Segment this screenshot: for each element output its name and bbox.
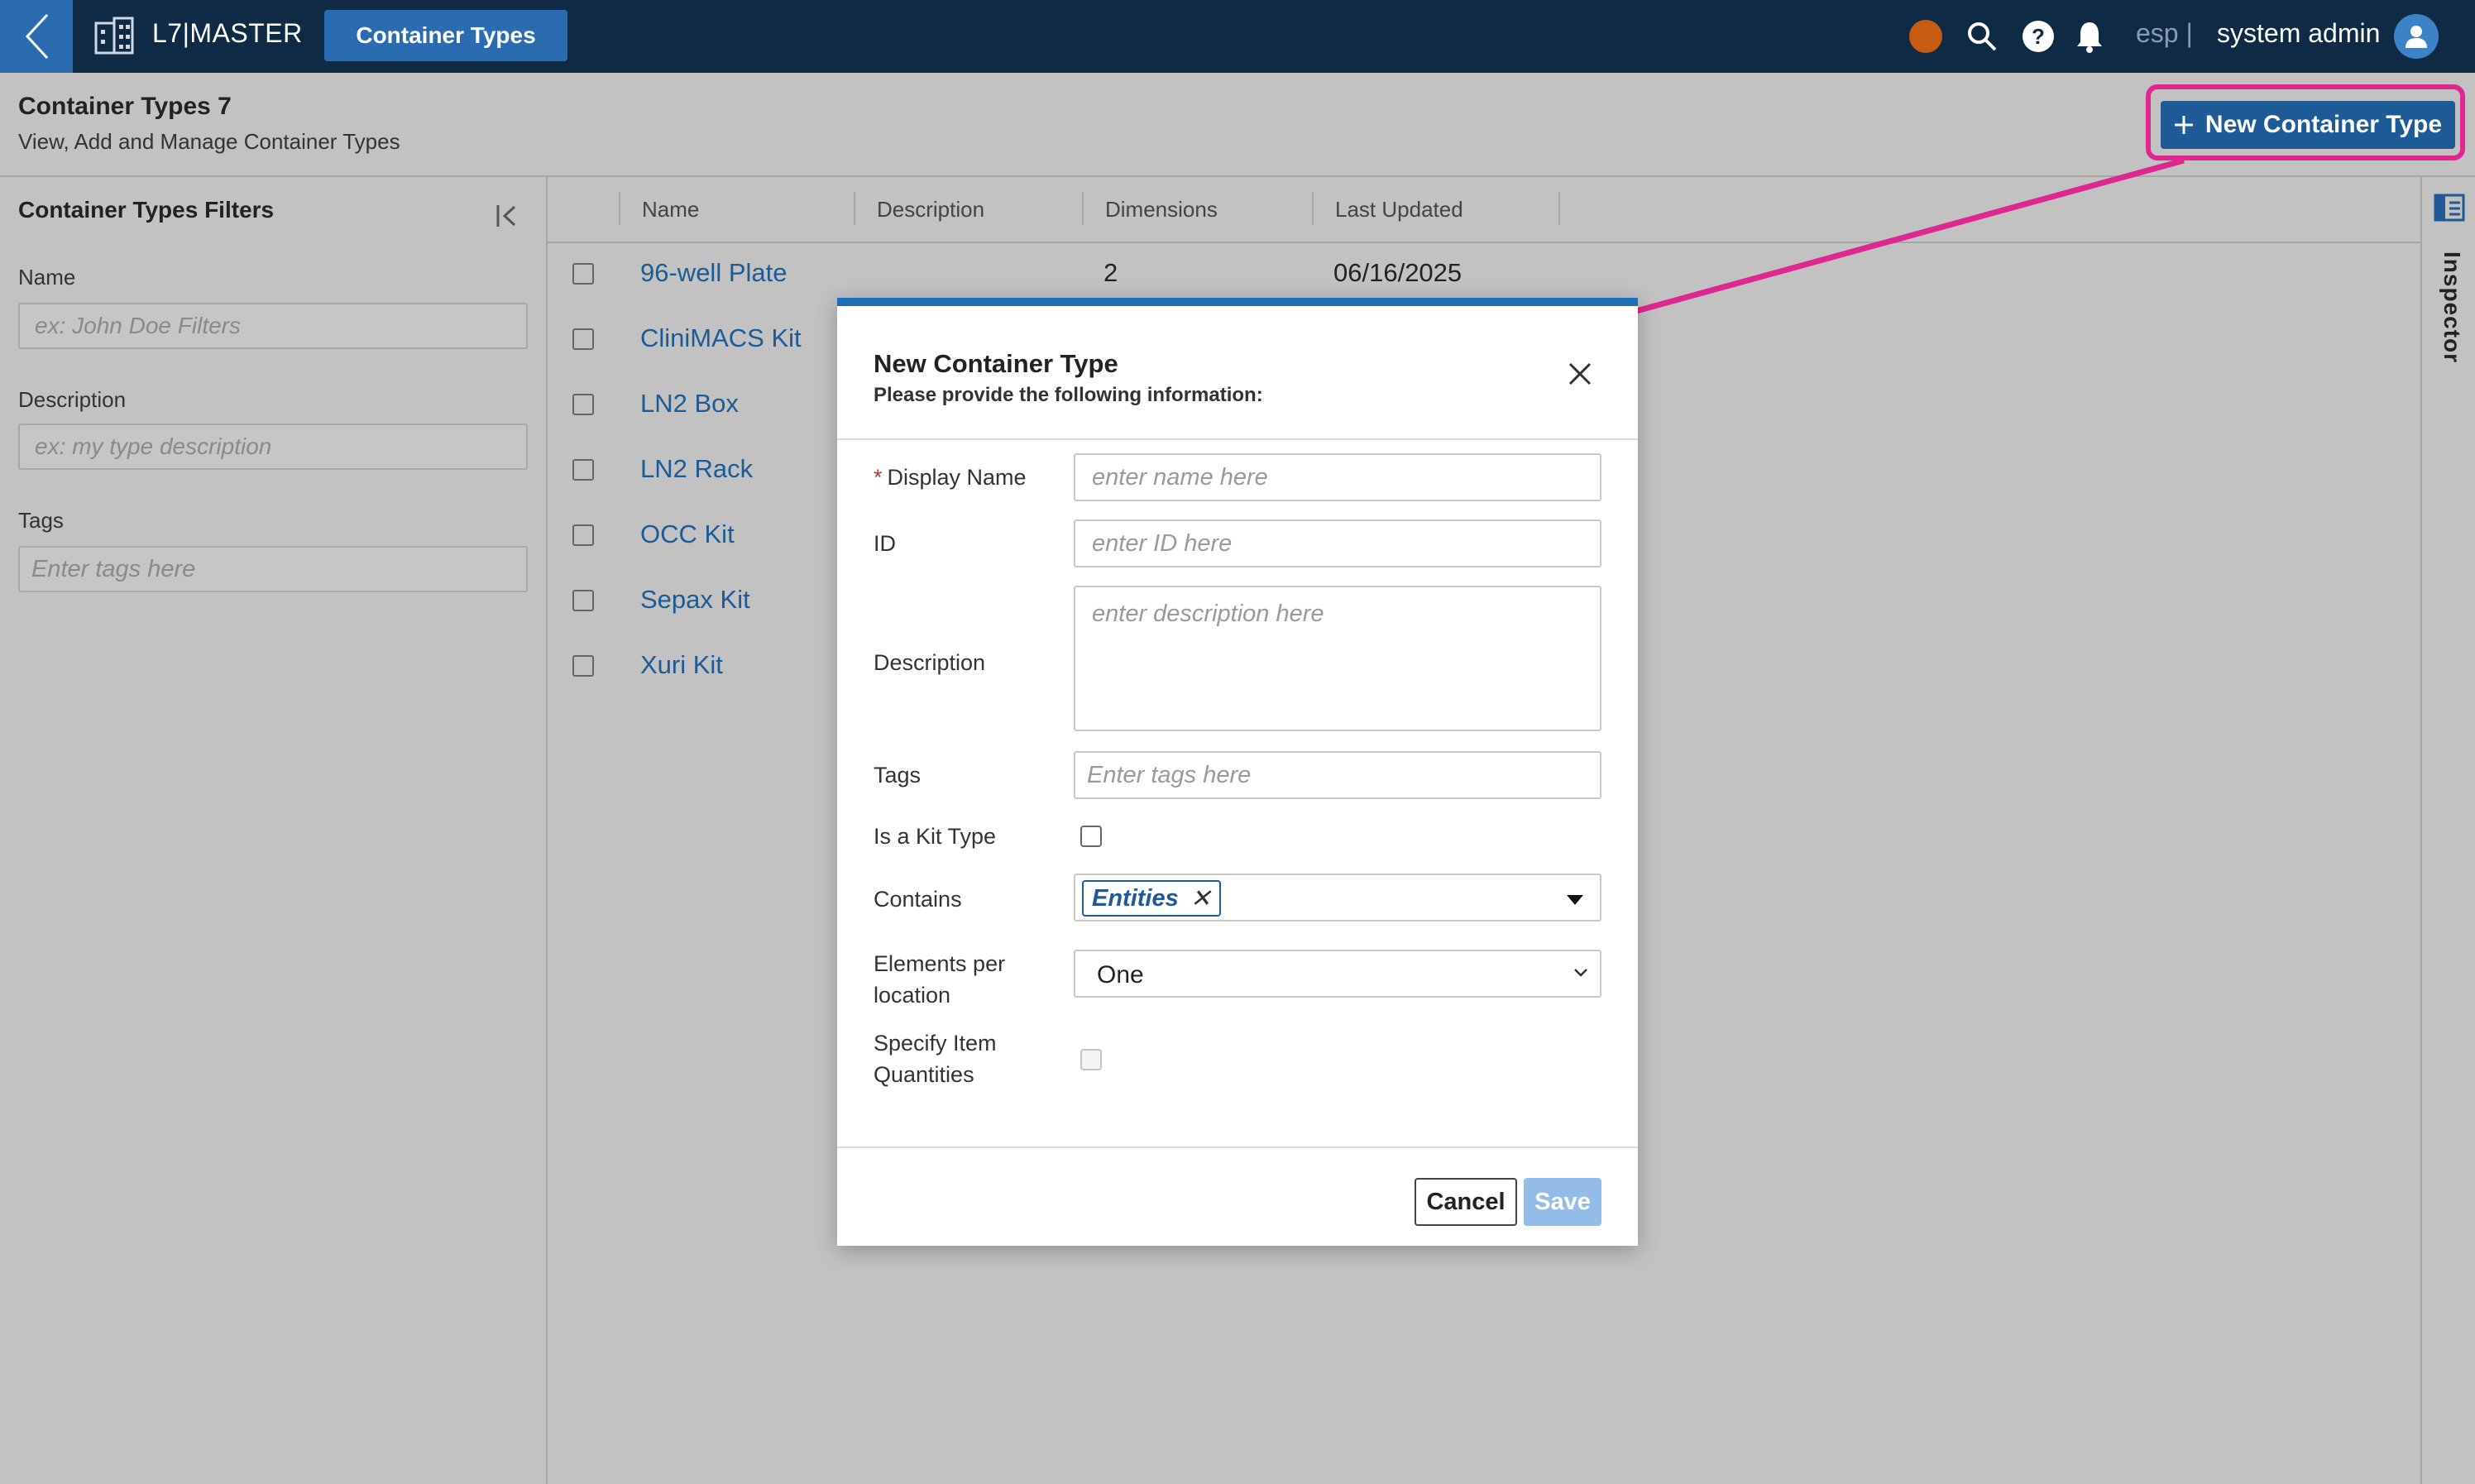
row-name-link[interactable]: CliniMACS Kit [640, 323, 802, 353]
page-subtitle: View, Add and Manage Container Types [18, 129, 400, 154]
inspector-panel: Inspector [2420, 177, 2475, 1484]
row-checkbox[interactable] [572, 394, 594, 415]
is-kit-type-label: Is a Kit Type [874, 824, 997, 849]
search-button[interactable] [1964, 18, 2000, 55]
elements-per-location-label: Elements per location [874, 948, 1005, 1011]
filter-tags-label: Tags [18, 508, 64, 533]
row-checkbox[interactable] [572, 590, 594, 611]
elements-per-location-label-line2: location [874, 983, 951, 1008]
close-icon [1568, 362, 1592, 385]
row-checkbox[interactable] [572, 524, 594, 546]
selected-chip-entities: Entities ✕ [1082, 880, 1221, 917]
contains-multiselect[interactable]: Entities ✕ [1074, 874, 1601, 922]
user-icon [2406, 26, 2427, 48]
column-separator [1558, 192, 1560, 225]
table-header: Name Description Dimensions Last Updated [548, 177, 2420, 243]
back-button[interactable] [0, 0, 73, 73]
app-name: L7|MASTER [152, 18, 303, 48]
tags-input[interactable]: Enter tags here [1074, 751, 1601, 799]
column-separator [854, 192, 855, 225]
column-separator [1312, 192, 1314, 225]
chip-label: Entities [1092, 884, 1179, 912]
svg-text:?: ? [2032, 24, 2045, 49]
display-name-label-text: Display Name [887, 465, 1027, 490]
row-last-updated: 06/16/2025 [1333, 258, 1462, 287]
row-checkbox[interactable] [572, 263, 594, 285]
tenant-label: esp | [2136, 18, 2193, 48]
elements-per-location-select[interactable]: One [1074, 950, 1601, 998]
id-input[interactable]: enter ID here [1074, 519, 1601, 567]
chevron-down-icon [1574, 969, 1587, 977]
display-name-label: * Display Name [874, 462, 1027, 493]
specify-quantities-checkbox [1080, 1049, 1102, 1070]
status-indicator[interactable] [1909, 20, 1942, 53]
filter-description-label: Description [18, 387, 127, 412]
row-checkbox[interactable] [572, 328, 594, 350]
avatar[interactable] [2394, 14, 2439, 59]
row-name-link[interactable]: 96-well Plate [640, 258, 787, 288]
new-container-type-dialog: New Container Type Please provide the fo… [837, 298, 1638, 1246]
dialog-header-divider [837, 438, 1638, 440]
specify-quantities-label-line2: Quantities [874, 1062, 974, 1087]
column-separator [1082, 192, 1084, 225]
collapse-panel-icon[interactable] [493, 202, 521, 230]
id-label: ID [874, 531, 896, 556]
filters-title: Container Types Filters [18, 197, 275, 223]
caret-down-icon[interactable] [1567, 895, 1583, 905]
specify-quantities-label-line1: Specify Item [874, 1031, 997, 1056]
new-container-type-button[interactable]: New Container Type [2161, 101, 2455, 149]
column-header-last-updated[interactable]: Last Updated [1335, 197, 1463, 223]
bell-icon [2077, 22, 2102, 53]
row-name-link[interactable]: Xuri Kit [640, 650, 723, 680]
cancel-button[interactable]: Cancel [1415, 1178, 1517, 1226]
row-name-link[interactable]: LN2 Rack [640, 454, 753, 484]
chevron-left-icon [25, 13, 49, 60]
inspector-panel-icon[interactable] [2434, 192, 2465, 223]
help-icon: ? [2023, 21, 2054, 52]
inspector-label[interactable]: Inspector [2439, 251, 2465, 363]
column-header-dimensions[interactable]: Dimensions [1105, 197, 1218, 223]
dialog-subtitle: Please provide the following information… [874, 384, 1263, 406]
top-bar: L7|MASTER Container Types ? esp | system… [0, 0, 2475, 73]
row-name-link[interactable]: Sepax Kit [640, 585, 750, 615]
description-textarea[interactable]: enter description here [1074, 586, 1601, 731]
column-separator [619, 192, 620, 225]
elements-per-location-value: One [1097, 961, 1144, 989]
display-name-input[interactable]: enter name here [1074, 453, 1601, 501]
close-button[interactable] [1563, 357, 1597, 390]
tags-label: Tags [874, 763, 922, 787]
column-header-name[interactable]: Name [642, 197, 699, 223]
save-button[interactable]: Save [1524, 1178, 1601, 1226]
row-name-link[interactable]: LN2 Box [640, 389, 739, 419]
building-grid-icon [94, 17, 134, 55]
tab-container-types[interactable]: Container Types [324, 10, 567, 61]
is-kit-type-checkbox[interactable] [1080, 826, 1102, 847]
elements-per-location-label-line1: Elements per [874, 951, 1006, 976]
row-dimensions: 2 [1103, 258, 1118, 287]
plus-icon [2174, 116, 2193, 134]
help-button[interactable]: ? [2020, 18, 2056, 55]
new-container-type-label: New Container Type [2205, 111, 2443, 138]
filter-name-input[interactable]: ex: John Doe Filters [18, 303, 528, 349]
filter-description-input[interactable]: ex: my type description [18, 424, 528, 470]
description-label: Description [874, 650, 986, 675]
dialog-footer-divider [837, 1147, 1638, 1148]
row-checkbox[interactable] [572, 459, 594, 481]
row-name-link[interactable]: OCC Kit [640, 519, 735, 549]
required-marker: * [874, 465, 883, 490]
specify-quantities-label: Specify Item Quantities [874, 1027, 997, 1090]
filter-tags-input[interactable]: Enter tags here [18, 546, 528, 592]
page-title: Container Types 7 [18, 93, 232, 120]
filters-panel: Container Types Filters Name ex: John Do… [0, 177, 548, 1484]
remove-chip-icon[interactable]: ✕ [1190, 884, 1211, 913]
filter-name-label: Name [18, 265, 76, 290]
search-icon [1968, 22, 1997, 51]
row-checkbox[interactable] [572, 655, 594, 677]
user-name[interactable]: system admin [2217, 18, 2380, 49]
dialog-title: New Container Type [874, 349, 1118, 378]
notifications-button[interactable] [2071, 18, 2108, 55]
contains-label: Contains [874, 887, 962, 912]
column-header-description[interactable]: Description [877, 197, 984, 223]
